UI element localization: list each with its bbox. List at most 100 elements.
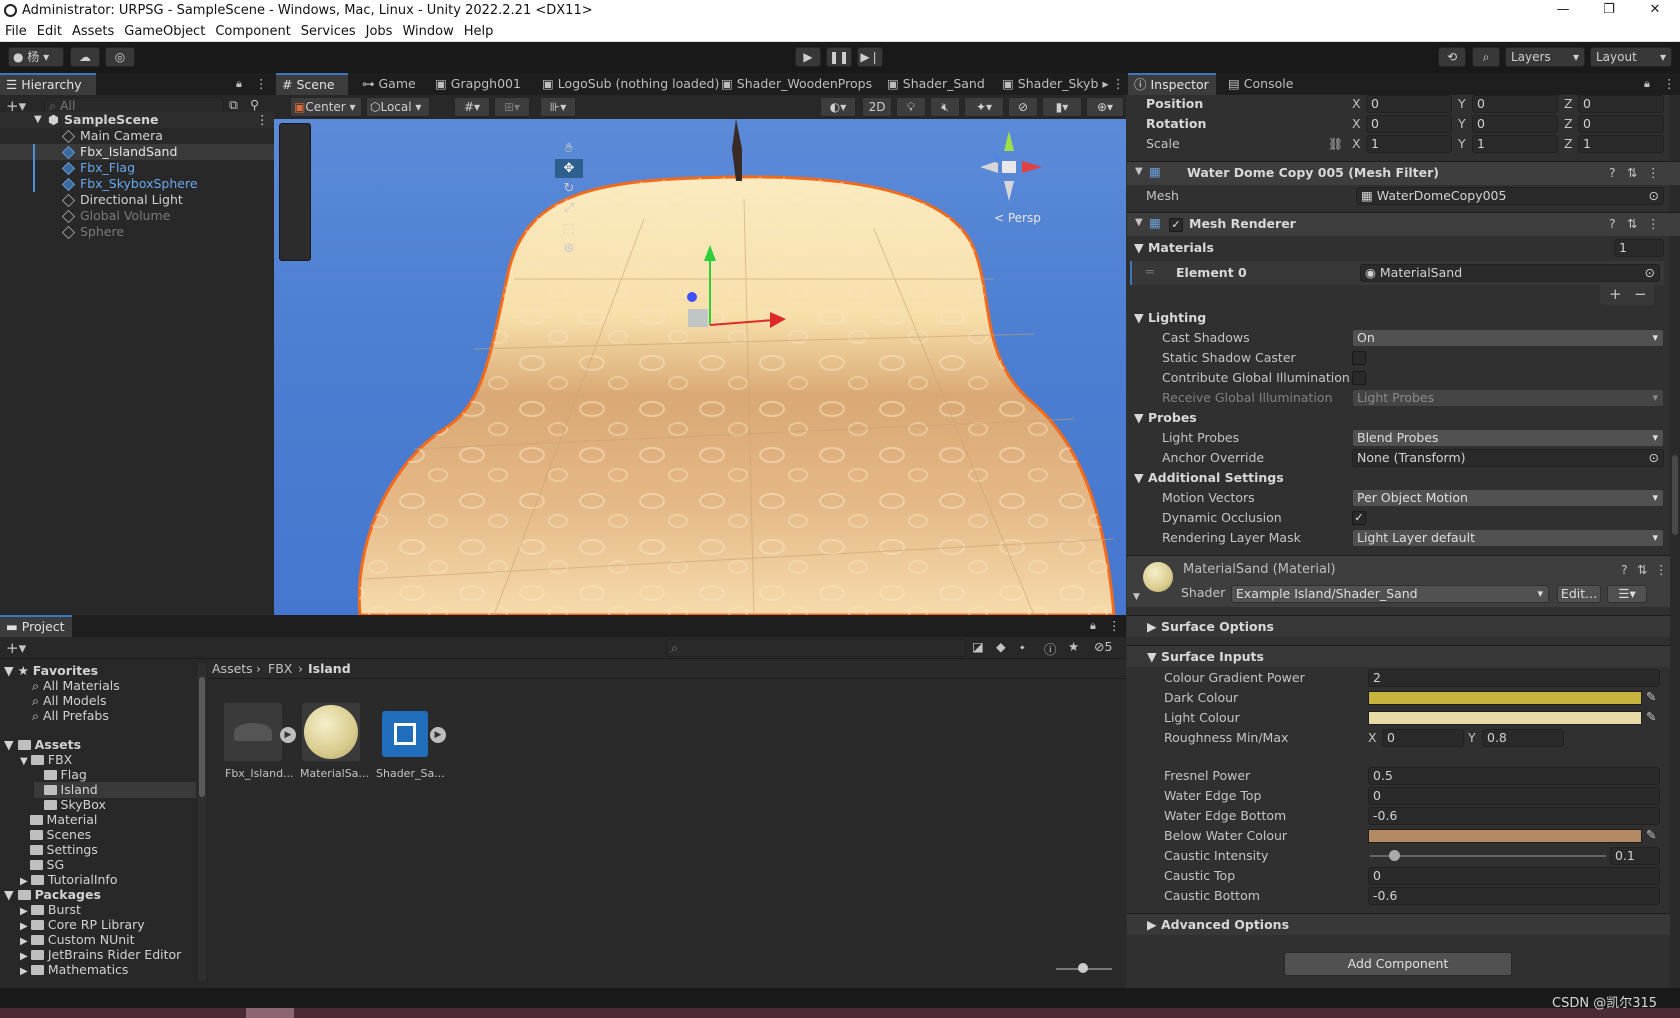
tab-shader-woodenprops[interactable]: ▣ Shader_WoodenProps (715, 73, 878, 95)
hidden-packages-icon[interactable]: ⊘5 (1094, 639, 1112, 654)
tab-shader-sand[interactable]: ▣ Shader_Sand (881, 73, 991, 95)
audio-toggle-icon[interactable]: 🔇︎ (930, 97, 960, 117)
fresnel-power-field[interactable]: 0.5 (1368, 767, 1660, 785)
favorites-row[interactable]: ▼ ★ Favorites (4, 663, 98, 679)
rotation-z-field[interactable]: 0 (1578, 115, 1664, 133)
menu-edit[interactable]: Edit (32, 22, 67, 42)
search-by-type-icon[interactable]: ◪ (972, 639, 984, 654)
menu-jobs[interactable]: Jobs (361, 22, 398, 42)
tree-scrollbar[interactable] (198, 663, 206, 981)
maximize-icon[interactable]: ❐ (1586, 0, 1632, 22)
expand-arrow-icon[interactable] (34, 771, 44, 782)
motion-vectors-dropdown[interactable]: Per Object Motion (1352, 489, 1664, 507)
favorite-item[interactable]: ⌕ All Prefabs (32, 708, 109, 724)
favorite-star-icon[interactable]: ★ (1068, 639, 1079, 654)
inspector-lock-icon[interactable]: 🔒︎ (1644, 77, 1650, 91)
below-water-colour-swatch[interactable] (1368, 829, 1642, 843)
package-item[interactable]: ▶ JetBrains Rider Editor (20, 947, 181, 963)
object-picker-icon[interactable]: ⊙ (1649, 188, 1659, 204)
preset-icon[interactable]: ⇅ (1637, 562, 1647, 577)
expand-arrow-icon[interactable]: ▶ (20, 876, 31, 887)
caustic-bottom-field[interactable]: -0.6 (1368, 887, 1660, 905)
scale-z-field[interactable]: 1 (1578, 135, 1664, 153)
hand-tool-icon[interactable]: ✋︎ (555, 139, 583, 158)
scene-viewport[interactable]: ✋︎ ✥ ↻ ⤢ ⬚ ⊛ < Persp (274, 119, 1126, 615)
orientation-gizmo[interactable] (964, 123, 1054, 213)
grid-visibility-icon[interactable]: ⊞▾ (494, 97, 530, 117)
tab-game[interactable]: ⊶ Game (356, 73, 422, 95)
caustic-intensity-slider-track[interactable] (1370, 855, 1606, 857)
rotate-tool-icon[interactable]: ↻ (555, 179, 583, 198)
eyedropper-icon[interactable]: ✎ (1646, 709, 1656, 724)
package-item[interactable]: ▶ Burst (20, 902, 81, 918)
camera-settings-icon[interactable]: ▮▾ (1042, 97, 1082, 117)
package-item[interactable]: ▶ Custom NUnit (20, 932, 135, 948)
tab-project[interactable]: ▬ Project (0, 615, 72, 637)
shader-options-icon[interactable]: ☰▾ (1607, 585, 1647, 603)
help-icon[interactable]: ? (1609, 216, 1616, 231)
hierarchy-item[interactable]: Main Camera (0, 128, 274, 144)
folder-tree-item[interactable]: Scenes (20, 827, 91, 843)
help-icon[interactable]: ? (1609, 165, 1616, 180)
expand-arrow-icon[interactable]: ▶ (20, 966, 31, 977)
grid-snap-icon[interactable]: #▾ (454, 97, 490, 117)
tree-scrollbar-thumb[interactable] (199, 677, 205, 797)
close-icon[interactable]: ✕ (1632, 0, 1678, 22)
favorite-item[interactable]: ⌕ All Materials (32, 678, 120, 694)
cloud-icon[interactable]: ☁ (70, 47, 100, 67)
info-icon[interactable]: ⓘ (1044, 639, 1057, 658)
scene-kebab-icon[interactable]: ⋮ (256, 112, 269, 128)
folder-tree-item[interactable]: Flag (34, 767, 87, 783)
tab-console[interactable]: ▤ Console (1222, 73, 1299, 95)
favorite-item[interactable]: ⌕ All Models (32, 693, 107, 709)
folder-tree-item[interactable]: ▶ TutorialInfo (20, 872, 118, 888)
expand-arrow-icon[interactable] (34, 801, 44, 812)
asset-tile-materialsand[interactable] (302, 703, 360, 761)
drag-handle-icon[interactable]: ═ (1146, 264, 1154, 279)
eyedropper-icon[interactable]: ✎ (1646, 689, 1656, 704)
project-search-input[interactable]: ⌕ (666, 639, 966, 657)
add-component-button[interactable]: Add Component (1284, 952, 1512, 976)
mesh-renderer-header[interactable]: ▼ ▦ ✓ Mesh Renderer ? ⇅ ⋮ (1127, 212, 1680, 236)
expand-arrow-icon[interactable] (20, 831, 30, 842)
probes-foldout[interactable]: ▼ Probes (1134, 409, 1197, 427)
breadcrumb-assets[interactable]: Assets (212, 660, 253, 678)
colour-gradient-power-field[interactable]: 2 (1368, 669, 1660, 687)
hierarchy-item[interactable]: Directional Light (0, 192, 274, 208)
hierarchy-item[interactable]: Fbx_SkyboxSphere (0, 176, 274, 192)
assets-root-row[interactable]: ▼ Assets (4, 737, 81, 753)
water-edge-top-field[interactable]: 0 (1368, 787, 1660, 805)
object-picker-icon[interactable]: ⊙ (1649, 450, 1659, 466)
expand-arrow-icon[interactable]: ▶ (20, 951, 31, 962)
package-item[interactable]: ▶ Mathematics (20, 962, 128, 978)
expand-arrow-icon[interactable]: ▼ (34, 112, 42, 128)
eyedropper-icon[interactable]: ✎ (1646, 827, 1656, 842)
tab-logosub[interactable]: ▣ LogoSub (nothing loaded) (536, 73, 725, 95)
lock-icon[interactable]: 🔒︎ (236, 77, 242, 91)
mesh-filter-header[interactable]: ▼ ▦ Water Dome Copy 005 (Mesh Filter) ? … (1127, 161, 1680, 185)
expand-arrow-icon[interactable] (20, 816, 30, 827)
light-colour-swatch[interactable] (1368, 711, 1642, 725)
expand-arrow-icon[interactable] (20, 861, 30, 872)
tab-scene[interactable]: # Scene (276, 73, 348, 95)
project-kebab-icon[interactable]: ⋮ (1108, 618, 1121, 633)
help-icon[interactable]: ? (1621, 562, 1628, 577)
expand-arrow-icon[interactable]: ▶ (20, 936, 31, 947)
caustic-intensity-field[interactable]: 0.1 (1610, 847, 1660, 865)
anchor-override-field[interactable]: None (Transform) ⊙ (1352, 449, 1664, 467)
scale-tool-icon[interactable]: ⤢ (555, 199, 583, 218)
folder-tree-item[interactable]: SkyBox (34, 797, 106, 813)
step-button[interactable]: ▶❘ (857, 47, 883, 67)
effects-toggle-icon[interactable]: ✦▾ (964, 97, 1004, 117)
preset-icon[interactable]: ⇅ (1627, 216, 1637, 231)
expand-arrow-icon[interactable] (20, 846, 30, 857)
kebab-icon[interactable]: ⋮ (255, 76, 268, 91)
additional-settings-foldout[interactable]: ▼ Additional Settings (1134, 469, 1284, 487)
materials-foldout[interactable]: ▼ Materials (1134, 239, 1214, 257)
menu-gameobject[interactable]: GameObject (119, 22, 210, 42)
increment-snap-icon[interactable]: ⊪▾ (540, 97, 576, 117)
project-lock-icon[interactable]: 🔒︎ (1090, 619, 1096, 633)
packages-root-row[interactable]: ▼ Packages (4, 887, 101, 903)
folder-tree-item[interactable]: ▼ FBX (20, 752, 72, 768)
position-x-field[interactable]: 0 (1366, 95, 1452, 113)
